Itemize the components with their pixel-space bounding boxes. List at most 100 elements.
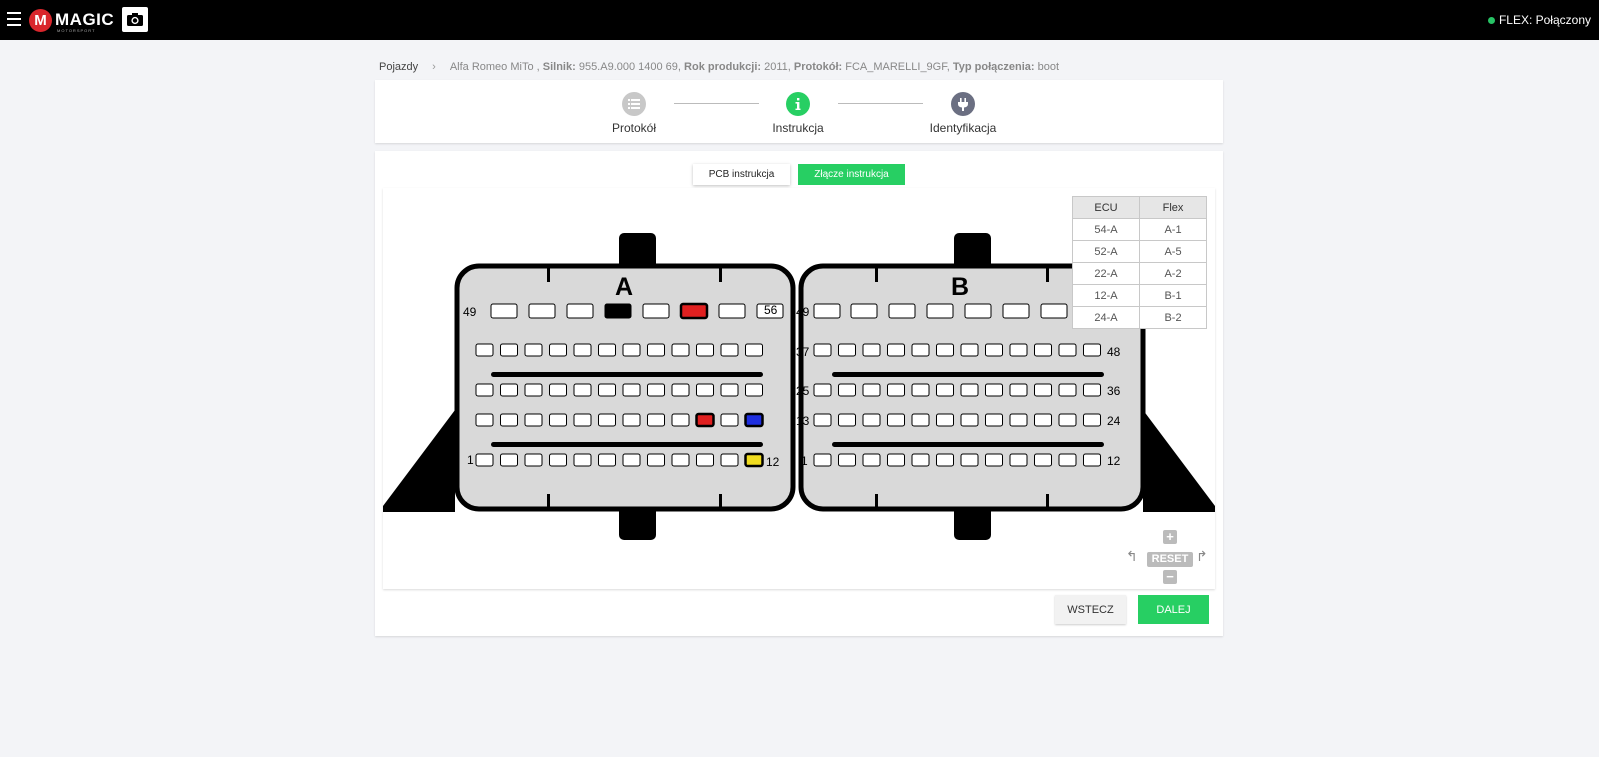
pin [911,343,930,357]
logo-mark: M [29,8,52,32]
pin [720,453,739,467]
pin [549,453,567,467]
rotate-right-icon[interactable]: ↱ [1196,548,1208,565]
pin-highlighted [695,412,715,428]
flex-pin: A-5 [1139,240,1207,263]
pin [598,383,616,397]
breadcrumb-root-link[interactable]: Pojazdy [379,61,418,73]
table-row: 24-A B-2 [1072,306,1207,329]
pin [720,413,739,427]
housing-tick [547,268,550,282]
pin [1083,453,1101,467]
protocol-label: Protokół: [793,61,843,73]
housing-tick [1046,494,1049,508]
reset-button[interactable]: RESET [1147,552,1193,567]
pin [1058,343,1077,357]
step-identyfikacja: Identyfikacja [913,92,1013,135]
pin [573,383,592,397]
year-value: 2011, [764,61,791,73]
pin [887,453,905,467]
pin [911,383,930,397]
pin [1034,413,1052,427]
pin [500,343,518,357]
pin-number: 49 [796,305,810,319]
pin [475,343,494,357]
pin [838,343,856,357]
tab-zlacze-instrukcja[interactable]: Złącze instrukcja [798,164,905,185]
pin [936,413,954,427]
pin [549,383,567,397]
pin [911,453,930,467]
pin-number: 56 [764,303,778,317]
pin-number: 12 [1107,454,1121,468]
year-label: Rok produkcji: [684,61,762,73]
pin-number: 1 [801,454,808,468]
pin [475,413,494,427]
pin [647,343,665,357]
pin [887,383,905,397]
pin-number: 25 [796,384,810,398]
pin-row-separator [491,372,763,377]
menu-icon[interactable] [7,12,21,26]
protocol-value: FCA_MARELLI_9GF, [845,61,950,73]
pin [985,453,1003,467]
pin [1009,453,1028,467]
housing-tick [875,268,878,282]
pin [500,413,518,427]
pin-row-separator [832,372,1104,377]
pin [573,413,592,427]
next-button[interactable]: DALEJ [1138,595,1209,624]
housing-tick [719,494,722,508]
info-icon [786,92,810,116]
step-protokol: Protokół [584,92,684,135]
pin-number: 36 [1107,384,1121,398]
table-header-row: ECU Flex [1072,196,1207,219]
pin [1009,383,1028,397]
pin [960,383,979,397]
step-label: Identyfikacja [929,121,997,135]
pin [1083,413,1101,427]
pin [862,343,881,357]
camera-button[interactable] [122,7,148,32]
connector-diagram-area[interactable]: A B 49 56 1 12 49 37 48 25 36 13 24 1 12 [383,188,1215,589]
column-header-ecu: ECU [1072,196,1140,219]
pin [985,383,1003,397]
pin [622,383,641,397]
connector-wing-left [383,410,455,512]
step-label: Instrukcja [772,121,824,135]
pin-number: 24 [1107,414,1121,428]
pin [1083,343,1101,357]
pin-highlighted [604,303,632,319]
rotate-left-icon[interactable]: ↰ [1126,548,1138,565]
pin [850,303,878,319]
pin [720,343,739,357]
pin [745,343,763,357]
pin [475,383,494,397]
back-button[interactable]: WSTECZ [1055,595,1126,624]
table-row: 52-A A-5 [1072,240,1207,263]
camera-icon [127,13,143,26]
pin [549,343,567,357]
pin [500,453,518,467]
status-dot-icon [1487,16,1495,24]
ecu-pin: 24-A [1072,306,1140,329]
engine-label: Silnik: [542,61,576,73]
engine-value: 955.A9.000 1400 69, [578,61,681,73]
pin [813,453,832,467]
pin [524,453,543,467]
pin [887,413,905,427]
pin [718,303,746,319]
zoom-out-button[interactable]: − [1163,570,1177,584]
pin [696,343,714,357]
pin [813,413,832,427]
pin-number: 48 [1107,345,1121,359]
connection-value: boot [1037,61,1060,73]
tab-pcb-instrukcja[interactable]: PCB instrukcja [693,164,790,185]
pin-number: 13 [796,414,810,428]
pin [926,303,954,319]
pin [598,413,616,427]
pin [936,343,954,357]
pin [598,343,616,357]
pin [985,343,1003,357]
zoom-in-button[interactable]: + [1163,530,1177,544]
